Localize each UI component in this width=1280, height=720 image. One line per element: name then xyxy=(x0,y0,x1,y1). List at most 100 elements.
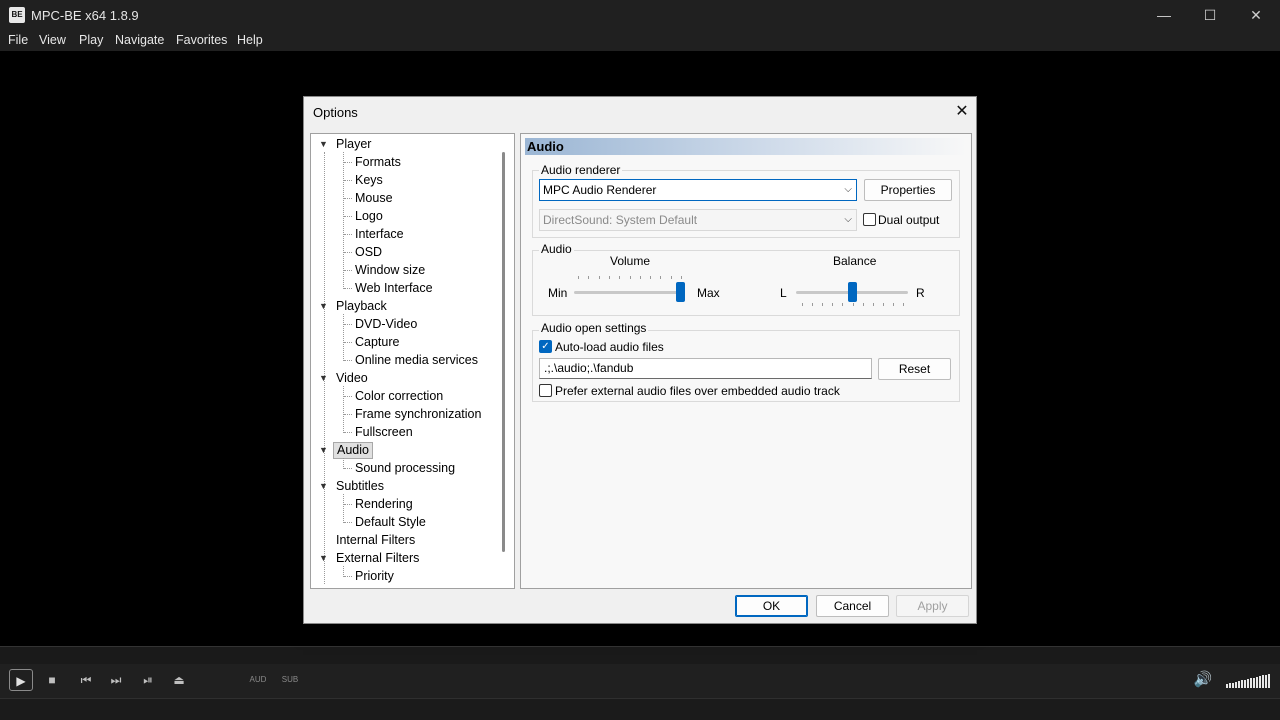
maximize-button[interactable]: ☐ xyxy=(1187,0,1233,30)
next-icon[interactable]: ⏭ xyxy=(104,669,128,691)
playback-controls: ▶ ■ ⏮ ⏭ ⏯ ⏏ AUD SUB 🔊 xyxy=(0,664,1280,698)
volume-icon[interactable]: 🔊 xyxy=(1190,669,1216,691)
tick-mark xyxy=(802,303,803,306)
menu-file[interactable]: File xyxy=(8,33,28,47)
expand-icon[interactable]: ▼ xyxy=(319,478,329,495)
tree-item-keys[interactable]: Keys xyxy=(355,172,383,189)
dual-output-checkbox[interactable] xyxy=(863,213,876,226)
volume-track[interactable] xyxy=(574,291,685,294)
tree-item-online-media[interactable]: Online media services xyxy=(355,352,478,369)
properties-button[interactable]: Properties xyxy=(864,179,952,201)
tree-item-color-correction[interactable]: Color correction xyxy=(355,388,443,405)
menu-view[interactable]: View xyxy=(39,33,66,47)
tick-mark xyxy=(903,303,904,306)
chevron-down-icon: ⌵ xyxy=(844,214,852,225)
tick-mark xyxy=(640,276,641,279)
volume-level-bar xyxy=(1256,677,1258,688)
tick-mark xyxy=(609,276,610,279)
balance-ticks xyxy=(802,303,904,307)
balance-label: Balance xyxy=(833,254,877,268)
tree-guide-line xyxy=(343,314,344,361)
autoload-checkbox[interactable]: ✓ xyxy=(539,340,552,353)
expand-icon[interactable]: ▼ xyxy=(319,442,329,459)
close-window-button[interactable]: ✕ xyxy=(1233,0,1279,30)
volume-slider[interactable] xyxy=(1226,674,1272,688)
tree-item-player[interactable]: Player xyxy=(336,136,371,153)
tree-item-subtitles[interactable]: Subtitles xyxy=(336,478,384,495)
tree-connector xyxy=(344,288,352,289)
tick-mark xyxy=(853,303,854,306)
volume-level-bar xyxy=(1241,680,1243,688)
audio-track-label[interactable]: AUD xyxy=(244,669,272,691)
status-bar xyxy=(0,698,1280,720)
autoload-label: Auto-load audio files xyxy=(555,340,664,354)
minimize-button[interactable]: — xyxy=(1141,0,1187,30)
tree-guide-line xyxy=(343,566,344,577)
tree-guide-line xyxy=(343,152,344,289)
tree-item-mouse[interactable]: Mouse xyxy=(355,190,393,207)
volume-level-bar xyxy=(1244,680,1246,688)
play-icon[interactable]: ▶ xyxy=(9,669,33,691)
volume-level-bar xyxy=(1232,683,1234,688)
previous-icon[interactable]: ⏮ xyxy=(74,669,98,691)
tree-item-priority[interactable]: Priority xyxy=(355,568,394,585)
tree-item-sound-processing[interactable]: Sound processing xyxy=(355,460,455,477)
volume-level-bar xyxy=(1268,674,1270,688)
cancel-button[interactable]: Cancel xyxy=(816,595,889,617)
audio-paths-field[interactable]: .;.\audio;.\fandub xyxy=(539,358,872,379)
tree-item-formats[interactable]: Formats xyxy=(355,154,401,171)
frame-step-icon[interactable]: ⏯ xyxy=(136,669,160,691)
expand-icon[interactable]: ▼ xyxy=(319,550,329,567)
tick-mark xyxy=(660,276,661,279)
tree-item-frame-sync[interactable]: Frame synchronization xyxy=(355,406,481,423)
tree-item-video[interactable]: Video xyxy=(336,370,368,387)
menu-navigate[interactable]: Navigate xyxy=(115,33,164,47)
tree-scrollbar[interactable] xyxy=(502,152,505,552)
tree-item-fullscreen[interactable]: Fullscreen xyxy=(355,424,413,441)
volume-level-bar xyxy=(1253,678,1255,688)
mpc-be-window: BE MPC-BE x64 1.8.9 — ☐ ✕ File View Play… xyxy=(0,0,1280,720)
tree-item-rendering[interactable]: Rendering xyxy=(355,496,413,513)
tree-guide-line xyxy=(343,386,344,433)
menu-play[interactable]: Play xyxy=(79,33,103,47)
ok-button[interactable]: OK xyxy=(735,595,808,617)
tree-item-audio[interactable]: Audio xyxy=(333,442,373,459)
audio-renderer-select[interactable]: MPC Audio Renderer ⌵ xyxy=(539,179,857,201)
tree-item-web-interface[interactable]: Web Interface xyxy=(355,280,433,297)
subtitle-track-label[interactable]: SUB xyxy=(276,669,304,691)
seek-bar[interactable] xyxy=(0,646,1280,664)
menu-favorites[interactable]: Favorites xyxy=(176,33,227,47)
audio-device-value: DirectSound: System Default xyxy=(543,213,698,227)
dialog-close-icon[interactable]: ✕ xyxy=(948,100,976,124)
tree-item-osd[interactable]: OSD xyxy=(355,244,382,261)
tree-item-logo[interactable]: Logo xyxy=(355,208,383,225)
expand-icon[interactable]: ▼ xyxy=(319,370,329,387)
apply-button[interactable]: Apply xyxy=(896,595,969,617)
tick-mark xyxy=(599,276,600,279)
tree-connector xyxy=(344,198,352,199)
menu-bar: File View Play Navigate Favorites Help xyxy=(0,30,1280,51)
tree-connector xyxy=(344,234,352,235)
menu-help[interactable]: Help xyxy=(237,33,263,47)
audio-device-select[interactable]: DirectSound: System Default ⌵ xyxy=(539,209,857,231)
tree-item-capture[interactable]: Capture xyxy=(355,334,399,351)
tree-item-interface[interactable]: Interface xyxy=(355,226,404,243)
volume-thumb[interactable] xyxy=(676,282,685,302)
tree-item-external-filters[interactable]: External Filters xyxy=(336,550,419,567)
tree-item-dvd-video[interactable]: DVD-Video xyxy=(355,316,417,333)
expand-icon[interactable]: ▼ xyxy=(319,298,329,315)
tree-item-internal-filters[interactable]: Internal Filters xyxy=(336,532,415,549)
reset-button[interactable]: Reset xyxy=(878,358,951,380)
tree-connector xyxy=(344,270,352,271)
volume-level-bar xyxy=(1226,684,1228,688)
prefer-external-checkbox[interactable] xyxy=(539,384,552,397)
tree-item-playback[interactable]: Playback xyxy=(336,298,387,315)
tree-connector xyxy=(344,504,352,505)
tick-mark xyxy=(619,276,620,279)
expand-icon[interactable]: ▼ xyxy=(319,136,329,153)
stop-icon[interactable]: ■ xyxy=(40,669,64,691)
tree-item-window-size[interactable]: Window size xyxy=(355,262,425,279)
eject-icon[interactable]: ⏏ xyxy=(167,669,191,691)
tree-item-default-style[interactable]: Default Style xyxy=(355,514,426,531)
balance-thumb[interactable] xyxy=(847,282,857,302)
